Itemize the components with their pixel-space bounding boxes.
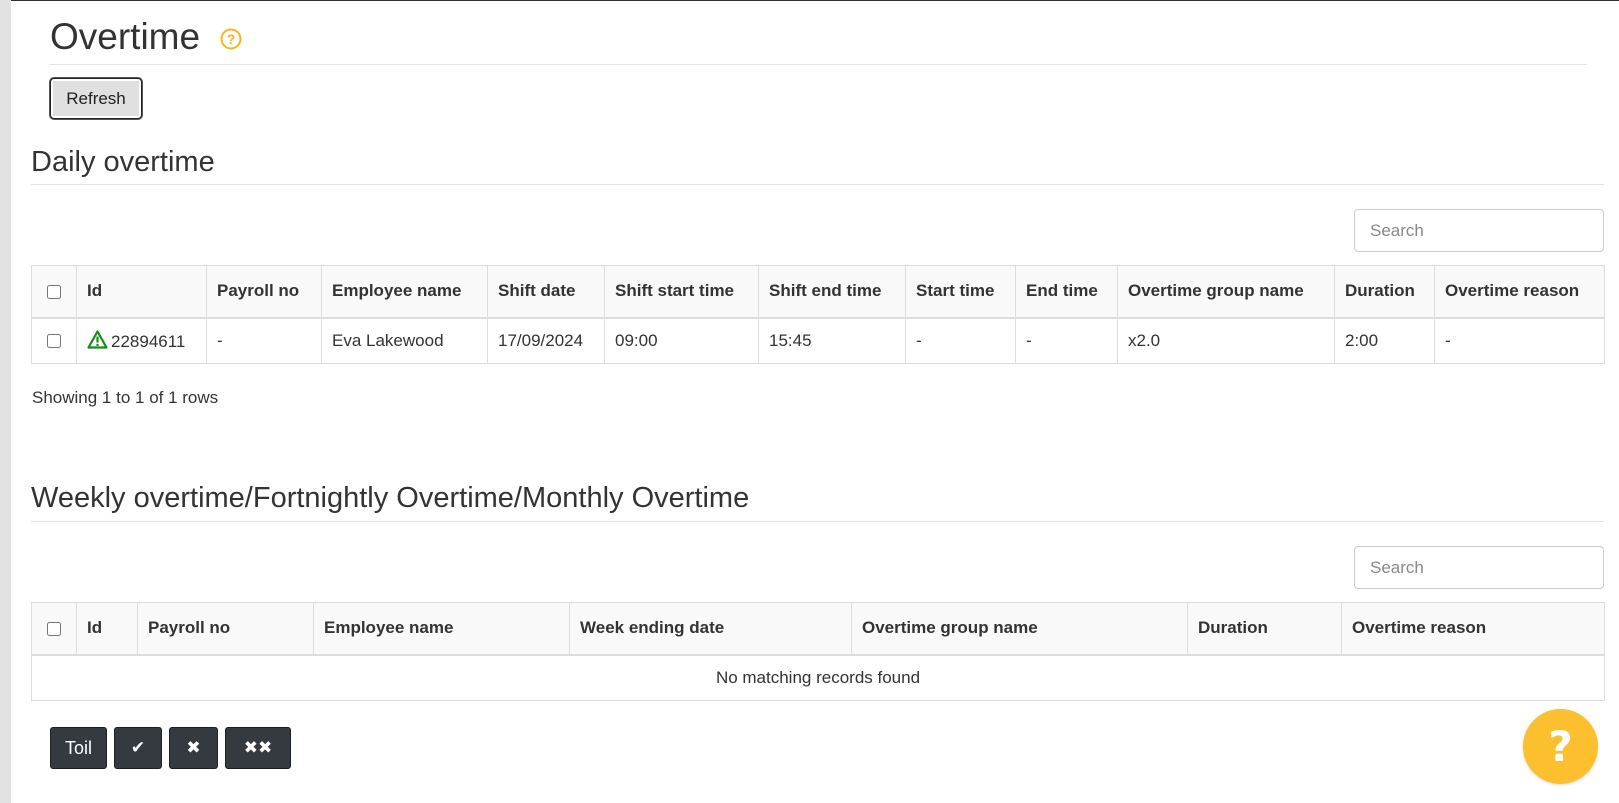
shift-start-cell: 09:00 [604,317,759,364]
weekly-header-row: Id Payroll no Employee name Week ending … [31,602,1605,656]
column-header[interactable]: Employee name [313,602,570,656]
check-icon: ✔ [130,738,146,758]
overtime-reason-cell: - [1434,317,1605,364]
shift-end-cell: 15:45 [758,317,906,364]
reject-button[interactable]: ✖ [169,727,218,769]
question-icon: ? [1548,722,1573,771]
refresh-button[interactable]: Refresh [50,78,142,119]
column-header[interactable]: Payroll no [206,265,322,319]
row-id: 22894611 [111,331,186,351]
column-header[interactable]: Duration [1334,265,1435,319]
id-cell: 22894611 [76,317,207,364]
overtime-group-cell: x2.0 [1117,317,1335,364]
weekly-select-all-checkbox[interactable] [47,621,61,636]
column-header[interactable]: Payroll no [137,602,314,656]
help-circle-icon[interactable]: ? [220,28,242,50]
end-time-cell: - [1015,317,1118,364]
action-toolbar: Toil ✔ ✖ ✖✖ [50,727,291,769]
daily-search-input[interactable] [1354,209,1604,252]
column-header[interactable]: Shift date [487,265,605,319]
warning-triangle-icon [87,330,108,349]
shift-date-cell: 17/09/2024 [487,317,605,364]
payroll-no-cell: - [206,317,322,364]
column-header[interactable]: Week ending date [569,602,852,656]
daily-header-row: Id Payroll no Employee name Shift date S… [31,265,1605,319]
left-edge-strip [0,0,11,803]
column-header[interactable]: Overtime group name [1117,265,1335,319]
page-header: Overtime ? [50,14,1587,65]
weekly-overtime-table: Id Payroll no Employee name Week ending … [31,602,1605,701]
no-records-message: No matching records found [31,654,1605,701]
column-header[interactable]: Id [76,602,138,656]
approve-check-button[interactable]: ✔ [114,727,162,769]
reject-all-button[interactable]: ✖✖ [225,727,291,769]
page-title: Overtime [50,16,201,57]
row-select-checkbox[interactable] [47,334,61,349]
select-all-cell [31,265,77,319]
weekly-search-input[interactable] [1354,546,1604,589]
column-header[interactable]: Employee name [321,265,488,319]
toil-button[interactable]: Toil [50,727,107,769]
help-fab-button[interactable]: ? [1523,709,1598,784]
column-header[interactable]: Duration [1187,602,1342,656]
column-header[interactable]: Overtime reason [1434,265,1605,319]
svg-text:?: ? [227,31,236,47]
daily-overtime-table: Id Payroll no Employee name Shift date S… [31,265,1605,364]
double-close-icon: ✖✖ [243,738,273,758]
column-header[interactable]: Overtime group name [851,602,1188,656]
top-border [11,0,1619,1]
duration-cell: 2:00 [1334,317,1435,364]
column-header[interactable]: Shift end time [758,265,906,319]
select-all-cell [31,602,77,656]
weekly-overtime-title: Weekly overtime/Fortnightly Overtime/Mon… [31,480,1604,522]
table-row[interactable]: 22894611 - Eva Lakewood 17/09/2024 09:00… [31,317,1605,364]
column-header[interactable]: Overtime reason [1341,602,1605,656]
column-header[interactable]: End time [1015,265,1118,319]
daily-select-all-checkbox[interactable] [47,284,61,299]
empty-row: No matching records found [31,654,1605,701]
column-header[interactable]: Id [76,265,207,319]
employee-name-cell: Eva Lakewood [321,317,488,364]
close-icon: ✖ [186,738,201,758]
column-header[interactable]: Start time [905,265,1016,319]
start-time-cell: - [905,317,1016,364]
column-header[interactable]: Shift start time [604,265,759,319]
daily-pagination-info: Showing 1 to 1 of 1 rows [32,388,219,407]
row-select-cell [31,317,77,364]
daily-overtime-title: Daily overtime [31,144,1604,185]
